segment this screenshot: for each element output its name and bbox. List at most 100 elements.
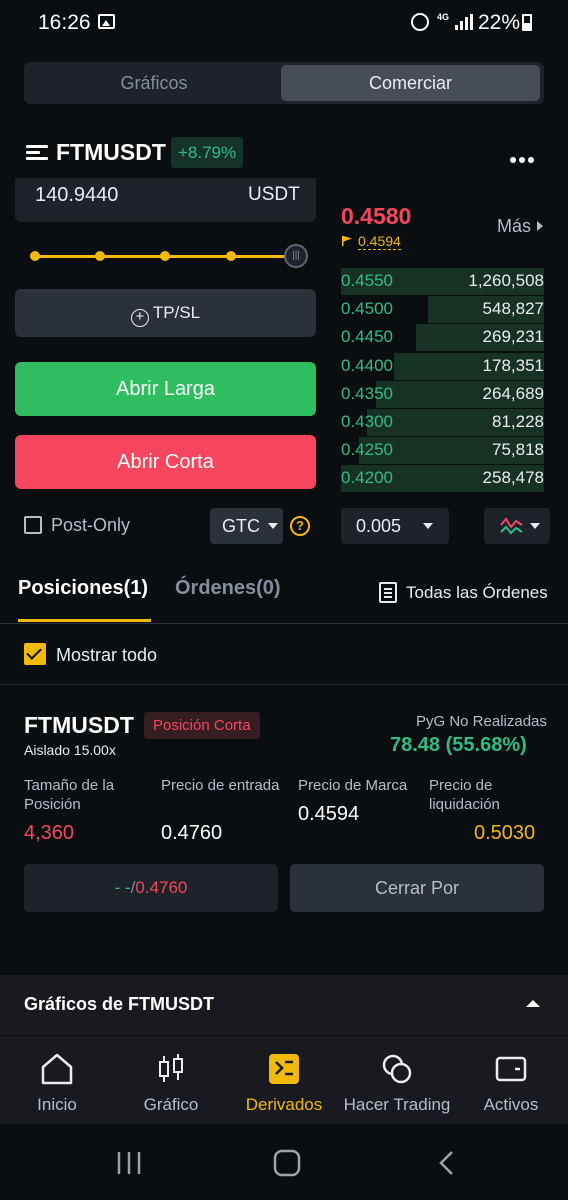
entry-price-label: Precio de entrada bbox=[161, 777, 280, 794]
order-book-row[interactable]: 0.4200 258,478 bbox=[341, 464, 544, 493]
liquidation-price-label: Precio de liquidación bbox=[429, 777, 500, 813]
bid-quantity: 258,478 bbox=[482, 468, 544, 488]
open-short-button[interactable]: Abrir Corta bbox=[15, 435, 316, 489]
more-options-icon[interactable] bbox=[510, 150, 537, 168]
chevron-up-icon[interactable] bbox=[526, 1000, 540, 1007]
battery-percent: 22% bbox=[478, 11, 521, 34]
bid-quantity: 75,818 bbox=[492, 440, 544, 460]
tpsl-price: 0.4760 bbox=[135, 878, 188, 897]
entry-price-value: 0.4760 bbox=[161, 822, 223, 844]
tpsl-button[interactable]: + TP/SL bbox=[15, 289, 316, 337]
bid-price: 0.4200 bbox=[341, 468, 393, 488]
slider-step-25[interactable] bbox=[95, 251, 105, 261]
time-in-force-value: GTC bbox=[222, 516, 260, 536]
divider bbox=[0, 623, 568, 624]
nav-item-home[interactable]: Inicio bbox=[0, 1036, 114, 1124]
order-book-row[interactable]: 0.4550 1,260,508 bbox=[341, 267, 544, 295]
margin-mode: Aislado 15.00x bbox=[24, 742, 116, 758]
nav-label-derivatives: Derivados bbox=[245, 1095, 323, 1114]
more-link[interactable]: Más bbox=[497, 216, 544, 237]
show-all-checkbox[interactable] bbox=[24, 643, 46, 665]
nav-item-trade[interactable]: Hacer Trading bbox=[340, 1036, 454, 1124]
document-icon[interactable] bbox=[379, 582, 397, 603]
nav-item-assets[interactable]: Activos bbox=[454, 1036, 568, 1124]
precision-select[interactable]: 0.005 bbox=[341, 508, 449, 544]
amount-value: 140.9440 bbox=[35, 184, 119, 206]
nav-label-trade: Hacer Trading bbox=[343, 1095, 451, 1114]
recent-apps-icon[interactable] bbox=[116, 1150, 142, 1176]
tab-charts[interactable]: Gráficos bbox=[24, 62, 284, 104]
slider-step-75[interactable] bbox=[226, 251, 236, 261]
chevron-down-icon bbox=[268, 523, 278, 529]
order-book-row[interactable]: 0.4400 178,351 bbox=[341, 352, 544, 380]
bid-price: 0.4500 bbox=[341, 299, 393, 319]
amount-unit: USDT bbox=[248, 184, 300, 205]
trade-icon bbox=[382, 1054, 412, 1084]
tpsl-label: TP/SL bbox=[152, 303, 201, 322]
depth-view-icon bbox=[500, 517, 540, 535]
position-side-badge: Posición Corta bbox=[144, 712, 260, 739]
plus-icon: + bbox=[130, 309, 149, 327]
unrealized-pnl-value: 78.48 (55.68%) bbox=[390, 734, 527, 756]
home-button-icon[interactable] bbox=[273, 1149, 301, 1177]
time-in-force-select[interactable]: GTC bbox=[210, 508, 283, 544]
help-icon[interactable]: ? bbox=[290, 516, 310, 536]
position-symbol[interactable]: FTMUSDT bbox=[24, 712, 134, 739]
tab-trade[interactable]: Comerciar bbox=[281, 65, 540, 101]
alarm-icon bbox=[411, 13, 429, 31]
bid-price: 0.4550 bbox=[341, 271, 393, 290]
chevron-down-icon bbox=[423, 523, 434, 529]
slider-step-50[interactable] bbox=[160, 251, 170, 261]
bid-price: 0.4350 bbox=[341, 383, 393, 403]
bid-quantity: 269,231 bbox=[482, 327, 544, 347]
position-size-value: 4,360 bbox=[24, 822, 75, 844]
bid-price: 0.4450 bbox=[341, 327, 393, 347]
flag-icon bbox=[342, 236, 352, 246]
nav-label-assets: Activos bbox=[483, 1095, 539, 1114]
pair-menu-icon[interactable] bbox=[26, 145, 48, 160]
order-book-row[interactable]: 0.4300 81,228 bbox=[341, 408, 544, 436]
mark-price-label: Precio de Marca bbox=[298, 777, 408, 794]
order-book-row[interactable]: 0.4350 264,689 bbox=[341, 380, 544, 408]
post-only-label[interactable]: Post-Only bbox=[51, 515, 130, 536]
mark-price[interactable]: 0.4594 bbox=[358, 233, 401, 250]
home-icon bbox=[41, 1053, 73, 1085]
close-by-button[interactable]: Cerrar Por bbox=[290, 864, 544, 912]
network-indicator: 4G bbox=[437, 12, 450, 22]
show-all-label[interactable]: Mostrar todo bbox=[56, 645, 157, 666]
order-book-row[interactable]: 0.4450 269,231 bbox=[341, 323, 544, 352]
position-tpsl-button[interactable]: - -/0.4760 bbox=[24, 864, 278, 912]
bid-quantity: 1,260,508 bbox=[468, 271, 544, 290]
bid-price: 0.4300 bbox=[341, 412, 393, 431]
position-size-label: Tamaño de la Posición bbox=[24, 777, 115, 813]
precision-value: 0.005 bbox=[356, 516, 402, 536]
bid-quantity: 81,228 bbox=[492, 412, 544, 431]
all-orders-link[interactable]: Todas las Órdenes bbox=[406, 583, 548, 603]
tab-positions[interactable]: Posiciones(1) bbox=[18, 577, 148, 600]
candlestick-icon bbox=[159, 1054, 183, 1082]
wallet-icon bbox=[495, 1056, 527, 1082]
bid-quantity: 264,689 bbox=[482, 383, 544, 403]
slider-step-0[interactable] bbox=[30, 251, 40, 261]
gallery-icon bbox=[98, 14, 115, 29]
symbol-title[interactable]: FTMUSDT bbox=[56, 139, 166, 166]
nav-item-derivatives[interactable]: Derivados bbox=[227, 1036, 341, 1124]
chart-section-title[interactable]: Gráficos de FTMUSDT bbox=[24, 994, 214, 1015]
order-book-row[interactable]: 0.4250 75,818 bbox=[341, 436, 544, 465]
back-icon[interactable] bbox=[437, 1150, 455, 1176]
post-only-checkbox[interactable] bbox=[24, 516, 42, 534]
nav-item-chart[interactable]: Gráfico bbox=[114, 1036, 228, 1124]
bid-quantity: 178,351 bbox=[482, 355, 544, 375]
last-price: 0.4580 bbox=[341, 203, 412, 229]
tab-orders[interactable]: Órdenes(0) bbox=[175, 577, 281, 600]
open-long-button[interactable]: Abrir Larga bbox=[15, 362, 316, 416]
unrealized-pnl-label: PyG No Realizadas bbox=[416, 713, 547, 730]
nav-label-chart: Gráfico bbox=[143, 1095, 199, 1114]
signal-icon bbox=[455, 14, 473, 30]
liquidation-price-value: 0.5030 bbox=[474, 822, 536, 844]
slider-handle[interactable]: ||| bbox=[284, 244, 308, 268]
nav-label-home: Inicio bbox=[37, 1095, 77, 1114]
order-book-row[interactable]: 0.4500 548,827 bbox=[341, 295, 544, 324]
tpsl-empty-value: - - bbox=[114, 878, 131, 897]
derivatives-icon bbox=[269, 1054, 299, 1084]
